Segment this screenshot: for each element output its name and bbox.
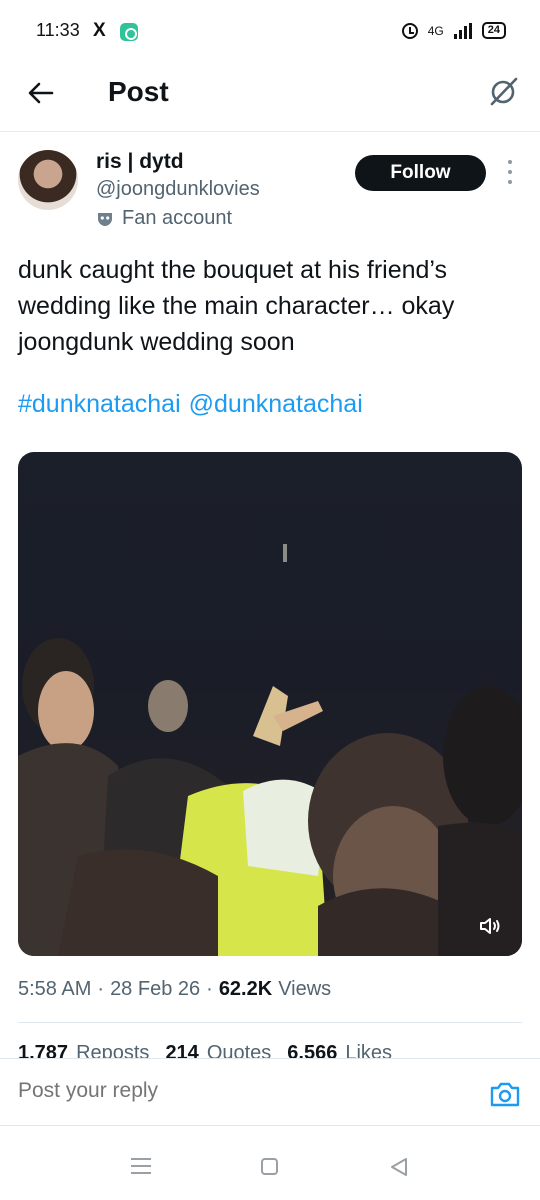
reply-bar [0,1058,540,1126]
likes-count[interactable]: 6,566 [287,1042,337,1058]
page-title: Post [108,76,169,107]
recent-apps-icon[interactable] [131,1158,151,1174]
x-app-icon: X [93,20,106,41]
reposts-label[interactable]: Reposts [76,1042,149,1058]
status-time: 11:33 [36,20,80,40]
author-name[interactable]: ris | dytd [96,150,184,174]
likes-label[interactable]: Likes [345,1042,392,1058]
arrow-left-icon[interactable] [26,78,56,108]
more-options-icon[interactable] [506,160,514,184]
views-count: 62.2K [218,978,273,1000]
divider [18,1022,522,1023]
signal-icon [453,22,472,39]
quotes-count[interactable]: 214 [165,1042,198,1058]
hashtag-link[interactable]: #dunknatachai [18,390,181,419]
stage-light [283,544,287,562]
post-meta: 5:58 AM · 28 Feb 26 · 62.2K Views [18,978,331,1001]
post-time: 5:58 AM [18,978,92,1000]
back-triangle-icon[interactable] [388,1156,410,1178]
post-date: 28 Feb 26 [110,978,201,1000]
meta-separator: · [97,978,105,1000]
post-stats: 1,787 Reposts 214 Quotes 6,566 Likes [18,1042,392,1058]
camera-icon[interactable] [490,1081,520,1107]
alarm-icon [401,22,418,39]
battery-icon: 24 [481,22,506,39]
mask-icon [98,212,112,226]
post-tags: #dunknatachai @dunknatachai [18,390,363,419]
avatar[interactable] [18,150,78,210]
status-icons: 4G 24 [401,22,506,39]
post-text: dunk caught the bouquet at his friend’s … [18,256,455,356]
follow-button[interactable]: Follow [355,155,486,191]
network-type: 4G [427,23,444,38]
video-frame [18,638,522,956]
volume-off-icon[interactable] [478,914,502,938]
author-handle[interactable]: @joongdunklovies [96,178,260,201]
reply-input[interactable] [18,1079,289,1103]
home-icon[interactable] [261,1158,278,1175]
views-label: Views [278,978,332,1000]
reposts-count[interactable]: 1,787 [18,1042,68,1058]
mention-link[interactable]: @dunknatachai [189,390,363,419]
quotes-label[interactable]: Quotes [207,1042,271,1058]
status-bar: 11:33 X 4G 24 [0,0,540,64]
meta-separator: · [206,978,213,1000]
top-header: Post [0,64,540,132]
video-player[interactable] [18,452,522,956]
grok-icon[interactable] [486,74,520,108]
system-nav-bar [0,1130,540,1200]
app-notification-icon [120,23,138,41]
account-label: Fan account [96,207,232,230]
account-label-text: Fan account [122,207,233,229]
